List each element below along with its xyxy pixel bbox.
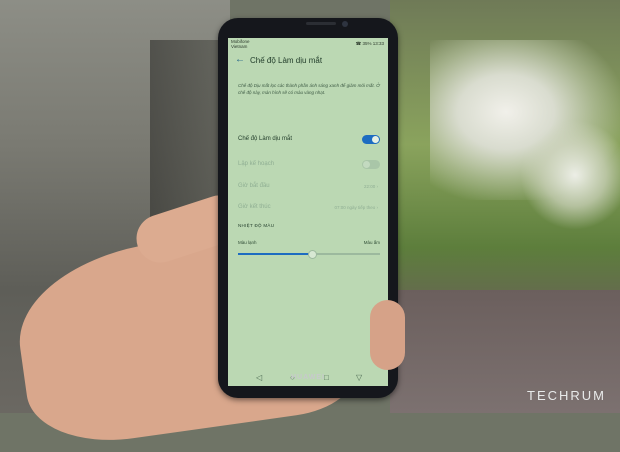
- end-time-row[interactable]: Giờ kết thúc 07:00 ngày tiếp theo ›: [228, 202, 388, 216]
- schedule-switch[interactable]: [362, 160, 380, 169]
- start-time-label: Giờ bắt đầu: [238, 183, 270, 189]
- end-time-text: 07:00 ngày tiếp theo: [334, 205, 376, 210]
- slider-thumb[interactable]: [307, 250, 317, 259]
- switch-knob: [363, 161, 370, 168]
- carrier-name: Mobifone Vietnam: [231, 39, 250, 49]
- device-brand-logo: HUAWEI: [291, 374, 325, 381]
- eye-comfort-label: Chế độ Làm dịu mắt: [238, 136, 293, 142]
- status-indicators: ☎ 35% 13:33: [355, 41, 384, 46]
- switch-knob: [372, 136, 379, 143]
- color-temperature-slider[interactable]: [238, 250, 380, 259]
- title-bar: ← Chế độ Làm dịu mắt: [228, 52, 388, 70]
- hand-finger: [370, 300, 405, 370]
- warm-color-label: Màu ấm: [363, 240, 380, 245]
- status-bar: Mobifone Vietnam ☎ 35% 13:33: [228, 38, 388, 50]
- schedule-row[interactable]: Lập kế hoạch: [228, 159, 388, 173]
- eye-comfort-switch[interactable]: [362, 135, 380, 144]
- start-time-text: 22:00: [363, 184, 376, 189]
- cool-color-label: Màu lạnh: [238, 240, 257, 245]
- end-time-label: Giờ kết thúc: [238, 204, 271, 210]
- slider-fill: [238, 253, 312, 255]
- schedule-label: Lập kế hoạch: [238, 161, 275, 167]
- start-time-value: 22:00 ›: [364, 184, 378, 189]
- chevron-right-icon: ›: [376, 184, 379, 189]
- page-title: Chế độ Làm dịu mắt: [250, 56, 323, 65]
- phone-screen: Mobifone Vietnam ☎ 35% 13:33 ← Chế độ Là…: [228, 38, 388, 386]
- eye-comfort-toggle-row[interactable]: Chế độ Làm dịu mắt: [228, 134, 388, 148]
- mode-description: Chế độ Dịu mắt lọc các thành phần ánh sá…: [238, 83, 380, 95]
- earpiece-speaker: [306, 22, 336, 25]
- back-arrow-icon[interactable]: ←: [235, 54, 245, 65]
- watermark: TECHRUM: [527, 388, 606, 403]
- color-temperature-heading: NHIỆT ĐỘ MÀU: [238, 223, 275, 228]
- background-white-flowers-2: [520, 120, 620, 230]
- start-time-row[interactable]: Giờ bắt đầu 22:00 ›: [228, 181, 388, 195]
- temperature-labels: Màu lạnh Màu ấm: [238, 240, 380, 245]
- end-time-value: 07:00 ngày tiếp theo ›: [334, 205, 378, 210]
- chevron-right-icon: ›: [376, 205, 379, 210]
- front-camera: [342, 21, 348, 27]
